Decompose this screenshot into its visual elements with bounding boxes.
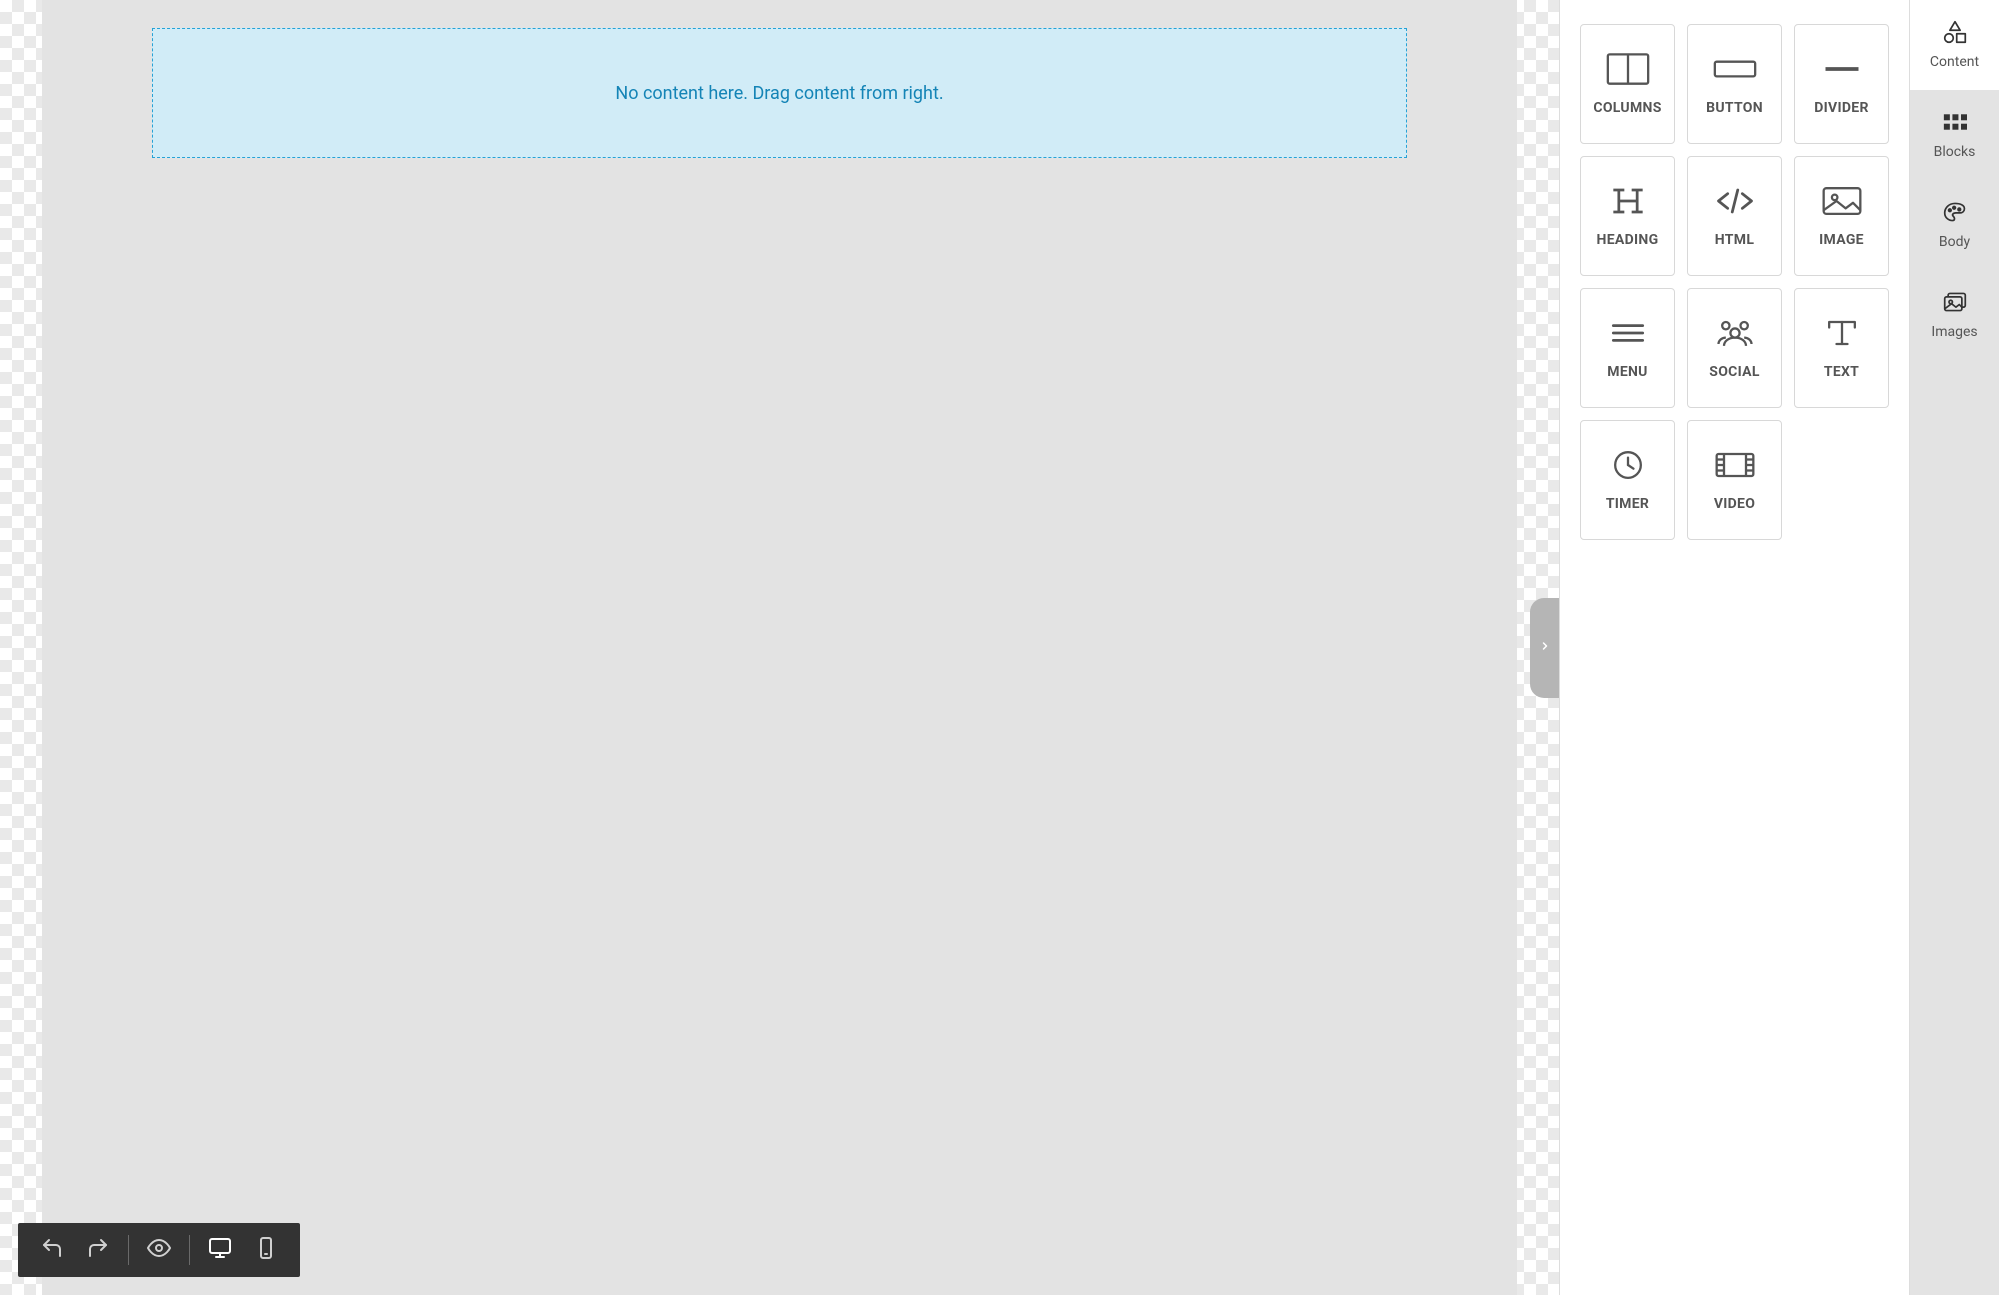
- tile-label: TEXT: [1824, 364, 1859, 380]
- blocks-icon: [1941, 110, 1969, 138]
- tile-button[interactable]: BUTTON: [1687, 24, 1782, 144]
- tile-label: IMAGE: [1819, 232, 1864, 248]
- shapes-icon: [1941, 20, 1969, 48]
- chevron-right-icon: [1539, 637, 1551, 659]
- columns-icon: [1606, 52, 1650, 86]
- button-icon: [1713, 52, 1757, 86]
- tile-label: SOCIAL: [1709, 364, 1759, 380]
- tile-label: TIMER: [1606, 496, 1649, 512]
- tile-timer[interactable]: TIMER: [1580, 420, 1675, 540]
- desktop-view-button[interactable]: [200, 1230, 240, 1270]
- desktop-icon: [208, 1236, 232, 1264]
- redo-button[interactable]: [78, 1230, 118, 1270]
- tile-html[interactable]: HTML: [1687, 156, 1782, 276]
- collapse-panel-button[interactable]: [1530, 598, 1559, 698]
- html-icon: [1713, 184, 1757, 218]
- editor-canvas: No content here. Drag content from right…: [0, 0, 1559, 1295]
- tile-social[interactable]: SOCIAL: [1687, 288, 1782, 408]
- design-surface[interactable]: No content here. Drag content from right…: [42, 0, 1517, 1295]
- palette-icon: [1941, 200, 1969, 228]
- menu-icon: [1606, 316, 1650, 350]
- heading-icon: [1606, 184, 1650, 218]
- side-tabs: Content Blocks Body Images: [1909, 0, 1999, 1295]
- tile-heading[interactable]: HEADING: [1580, 156, 1675, 276]
- undo-button[interactable]: [32, 1230, 72, 1270]
- mobile-view-button[interactable]: [246, 1230, 286, 1270]
- mobile-icon: [254, 1236, 278, 1264]
- tile-label: HEADING: [1597, 232, 1659, 248]
- tile-menu[interactable]: MENU: [1580, 288, 1675, 408]
- tile-label: DIVIDER: [1814, 100, 1868, 116]
- divider-icon: [1820, 52, 1864, 86]
- tile-divider[interactable]: DIVIDER: [1794, 24, 1889, 144]
- tile-label: HTML: [1715, 232, 1754, 248]
- tile-label: COLUMNS: [1593, 100, 1661, 116]
- text-icon: [1820, 316, 1864, 350]
- redo-icon: [86, 1236, 110, 1264]
- tile-text[interactable]: TEXT: [1794, 288, 1889, 408]
- tab-label: Images: [1931, 324, 1977, 340]
- toolbar-separator: [189, 1235, 190, 1265]
- video-icon: [1713, 448, 1757, 482]
- tab-label: Body: [1939, 234, 1970, 250]
- drop-hint-text: No content here. Drag content from right…: [615, 83, 943, 104]
- tab-content[interactable]: Content: [1910, 0, 1999, 90]
- content-blocks-grid: COLUMNS BUTTON DIVIDER HEADING: [1580, 24, 1889, 540]
- tile-columns[interactable]: COLUMNS: [1580, 24, 1675, 144]
- tab-body[interactable]: Body: [1910, 180, 1999, 270]
- tile-label: MENU: [1607, 364, 1647, 380]
- undo-icon: [40, 1236, 64, 1264]
- bottom-toolbar: [18, 1223, 300, 1277]
- tile-video[interactable]: VIDEO: [1687, 420, 1782, 540]
- tile-image[interactable]: IMAGE: [1794, 156, 1889, 276]
- image-icon: [1820, 184, 1864, 218]
- content-blocks-panel: COLUMNS BUTTON DIVIDER HEADING: [1560, 0, 1909, 1295]
- tab-label: Content: [1930, 54, 1979, 70]
- tile-label: BUTTON: [1706, 100, 1763, 116]
- tab-label: Blocks: [1934, 144, 1976, 160]
- tile-label: VIDEO: [1714, 496, 1755, 512]
- empty-drop-zone[interactable]: No content here. Drag content from right…: [152, 28, 1407, 158]
- tab-images[interactable]: Images: [1910, 270, 1999, 360]
- preview-button[interactable]: [139, 1230, 179, 1270]
- timer-icon: [1606, 448, 1650, 482]
- tab-blocks[interactable]: Blocks: [1910, 90, 1999, 180]
- toolbar-separator: [128, 1235, 129, 1265]
- right-panel: COLUMNS BUTTON DIVIDER HEADING: [1559, 0, 1999, 1295]
- eye-icon: [147, 1236, 171, 1264]
- social-icon: [1713, 316, 1757, 350]
- images-icon: [1941, 290, 1969, 318]
